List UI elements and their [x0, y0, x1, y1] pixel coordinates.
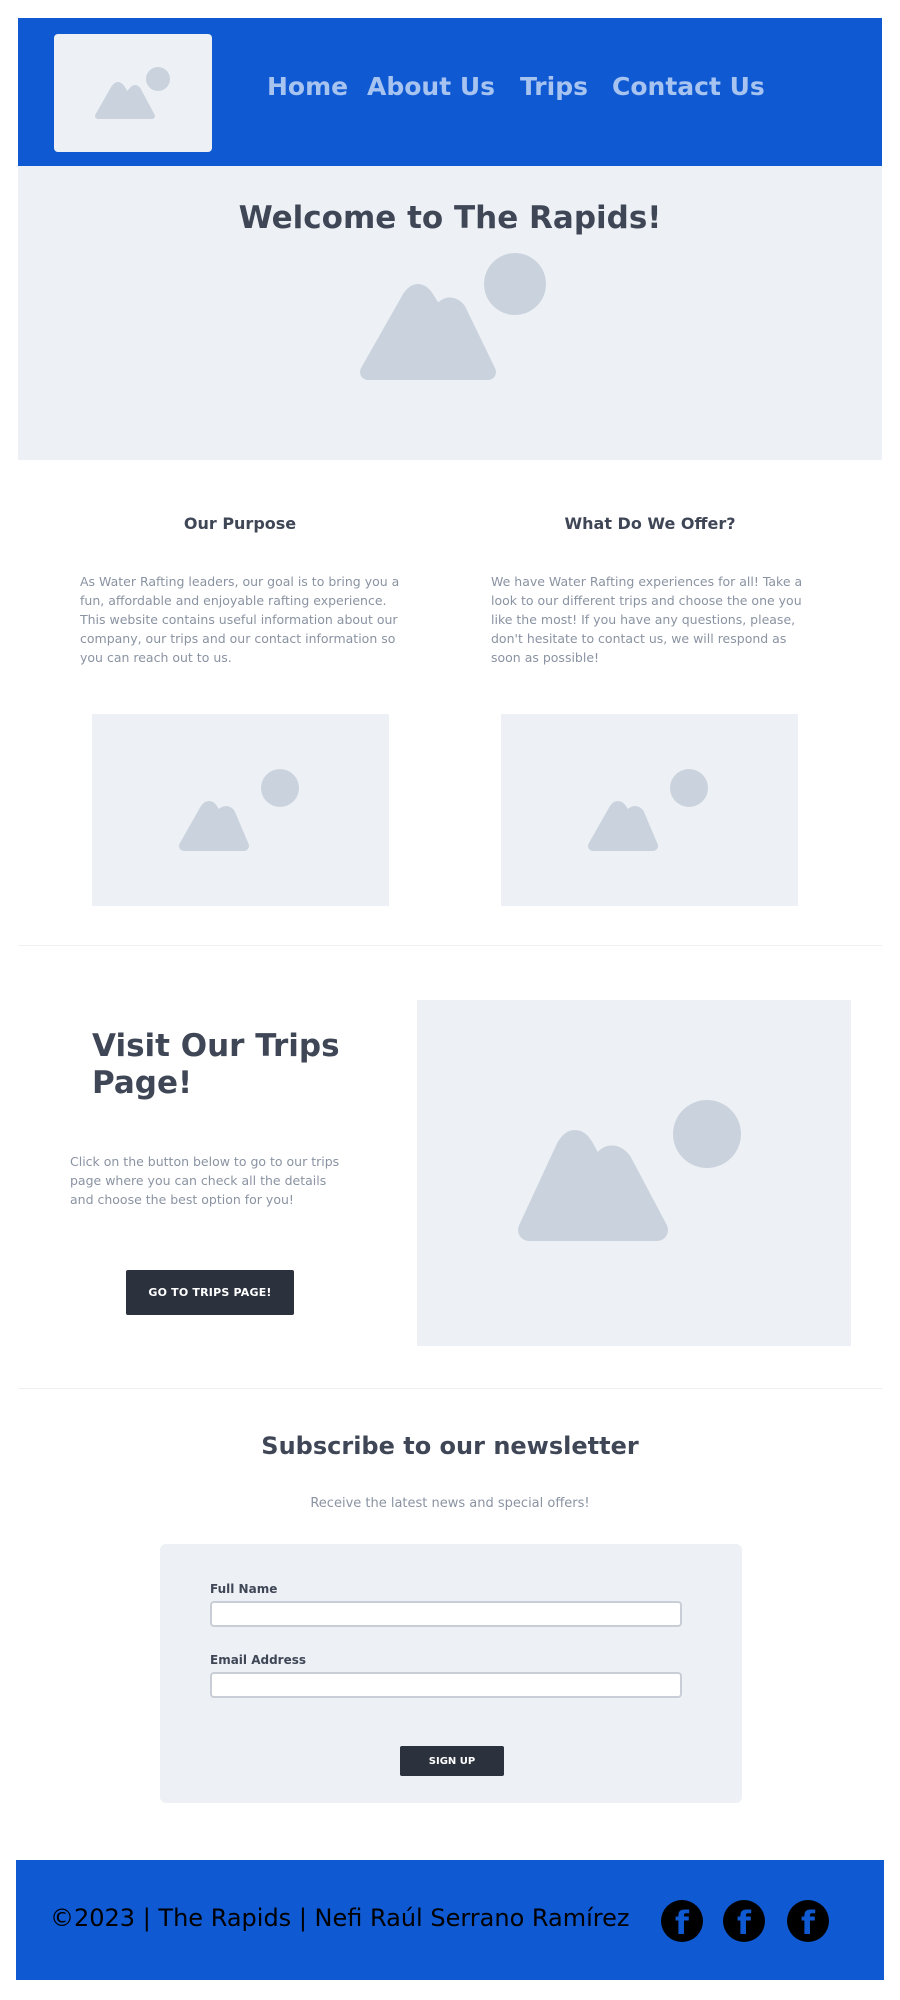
full-name-input[interactable] — [210, 1601, 682, 1627]
email-input[interactable] — [210, 1672, 682, 1698]
copyright-text: ©2023 | The Rapids | Nefi Raúl Serrano R… — [50, 1904, 630, 1932]
site-footer: ©2023 | The Rapids | Nefi Raúl Serrano R… — [16, 1860, 884, 1980]
newsletter-subtitle: Receive the latest news and special offe… — [310, 1496, 590, 1511]
logo[interactable] — [54, 34, 212, 152]
nav-trips[interactable]: Trips — [520, 72, 588, 101]
nav-home[interactable]: Home — [267, 72, 348, 101]
hero-section: Welcome to The Rapids! — [18, 166, 882, 460]
offer-text: We have Water Rafting experiences for al… — [491, 574, 803, 665]
offer-title: What Do We Offer? — [564, 514, 736, 533]
nav-about-us[interactable]: About Us — [367, 72, 495, 101]
purpose-title: Our Purpose — [183, 514, 297, 533]
site-header: Home About Us Trips Contact Us — [18, 18, 882, 166]
sign-up-button[interactable]: Sign up — [400, 1746, 504, 1776]
image-placeholder-icon — [95, 67, 170, 119]
image-placeholder-icon — [360, 253, 546, 380]
image-placeholder-icon — [588, 769, 708, 851]
trips-image — [417, 1000, 851, 1346]
image-placeholder-icon — [179, 769, 299, 851]
facebook-icon[interactable]: f — [787, 1900, 829, 1942]
facebook-icon[interactable]: f — [723, 1900, 765, 1942]
section-divider — [18, 1388, 882, 1389]
hero-title: Welcome to The Rapids! — [238, 200, 662, 236]
offer-image — [501, 714, 798, 906]
nav-contact-us[interactable]: Contact Us — [612, 72, 765, 101]
full-name-label: Full Name — [210, 1582, 278, 1596]
image-placeholder-icon — [518, 1100, 741, 1241]
facebook-icon[interactable]: f — [661, 1900, 703, 1942]
trips-title: Visit Our Trips Page! — [92, 1028, 340, 1101]
section-divider — [18, 945, 882, 946]
newsletter-title: Subscribe to our newsletter — [261, 1432, 639, 1460]
purpose-image — [92, 714, 389, 906]
newsletter-form: Full Name Email Address Sign up — [160, 1544, 742, 1803]
email-label: Email Address — [210, 1653, 307, 1667]
purpose-text: As Water Rafting leaders, our goal is to… — [80, 574, 400, 665]
go-to-trips-button[interactable]: Go to trips page! — [126, 1270, 294, 1315]
trips-text: Click on the button below to go to our t… — [70, 1154, 340, 1207]
